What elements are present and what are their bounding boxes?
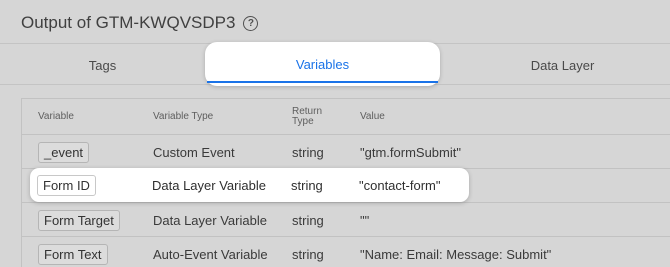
variable-value: "gtm.formSubmit" [360,144,461,160]
return-type: string [292,246,324,262]
variable-chip[interactable]: _event [38,141,90,163]
table-row[interactable]: Form Target Data Layer Variable string "… [22,203,670,237]
tab-data-layer[interactable]: Data Layer [440,44,670,86]
variable-value: "Name: Email: Message: Submit" [360,246,552,262]
return-type: string [292,144,324,160]
variable-type: Data Layer Variable [152,177,266,193]
header-return-type: Return Type [292,106,323,127]
variable-value: "" [360,212,370,228]
table-row[interactable]: Form Text Auto-Event Variable string "Na… [22,237,670,267]
variable-chip[interactable]: Form ID [37,174,96,196]
page-title: Output of GTM-KWQVSDP3 [21,13,236,32]
variable-chip[interactable]: Form Text [38,243,108,265]
header-value: Value [360,111,385,122]
tab-bar: Tags Data Layer Variables [0,42,670,86]
variable-type: Custom Event [153,144,235,160]
highlighted-row-form-id[interactable]: Form ID Data Layer Variable string "cont… [30,168,469,202]
table-header: Variable Variable Type Return Type Value [22,99,670,135]
variable-type: Data Layer Variable [153,212,267,228]
variable-type: Auto-Event Variable [153,246,268,262]
header-variable-type: Variable Type [153,111,214,122]
table-row[interactable]: _event Custom Event string "gtm.formSubm… [22,135,670,169]
variable-chip[interactable]: Form Target [38,209,120,231]
return-type: string [291,177,323,193]
help-icon[interactable]: ? [243,16,259,31]
tab-tags[interactable]: Tags [0,44,205,86]
return-type: string [292,212,324,228]
variable-value: "contact-form" [359,177,441,193]
page-header: Output of GTM-KWQVSDP3 ? [21,13,259,33]
tab-variables[interactable]: Variables [205,42,440,86]
header-variable: Variable [38,111,74,122]
